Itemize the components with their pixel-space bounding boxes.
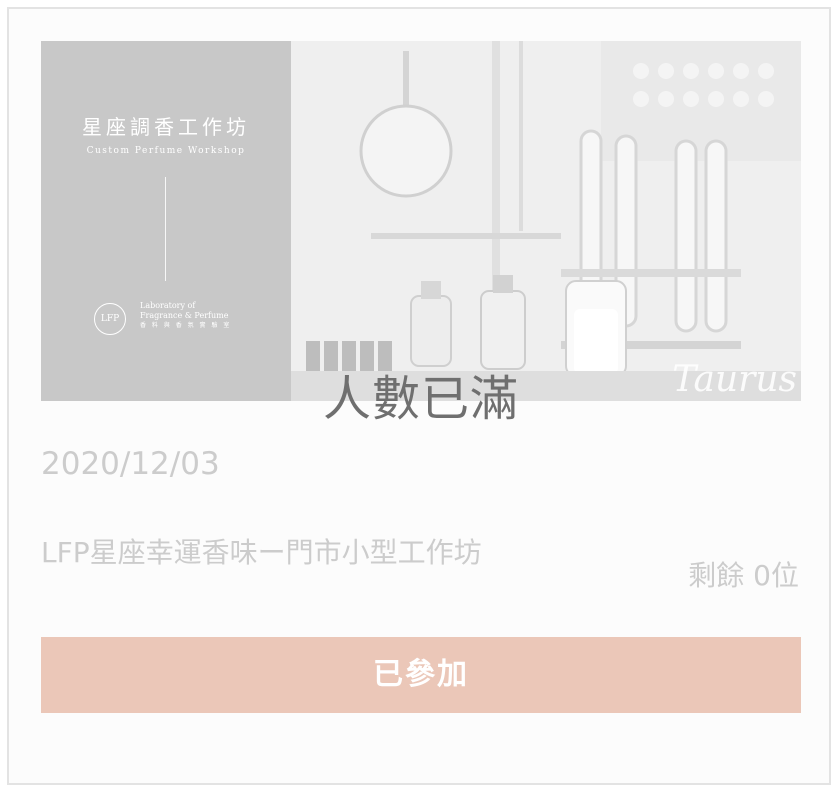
brand-line-2: Fragrance & Perfume (140, 311, 229, 320)
lfp-logo-icon: LFP (94, 303, 126, 335)
banner-title: 星座調香工作坊 (82, 115, 250, 139)
event-date: 2020/12/03 (41, 446, 220, 482)
banner-subtitle: Custom Perfume Workshop (86, 146, 246, 156)
banner-title-panel: 星座調香工作坊 Custom Perfume Workshop LFP Labo… (41, 41, 291, 401)
remaining-seats: 剩餘 0位 (688, 559, 799, 592)
joined-button[interactable]: 已參加 (41, 637, 801, 713)
event-banner-image: 星座調香工作坊 Custom Perfume Workshop LFP Labo… (41, 41, 801, 401)
brand-line-3: 香 料 與 香 氛 實 驗 室 (140, 322, 232, 329)
event-card[interactable]: 星座調香工作坊 Custom Perfume Workshop LFP Labo… (7, 7, 831, 785)
brand-line-1: Laboratory of (140, 301, 196, 310)
brand-text: Laboratory of Fragrance & Perfume 香 料 與 … (140, 301, 231, 331)
event-title: LFP星座幸運香味ー門市小型工作坊 (41, 536, 482, 569)
banner-divider (165, 177, 166, 281)
status-overlay-full: 人數已滿 (322, 371, 519, 427)
